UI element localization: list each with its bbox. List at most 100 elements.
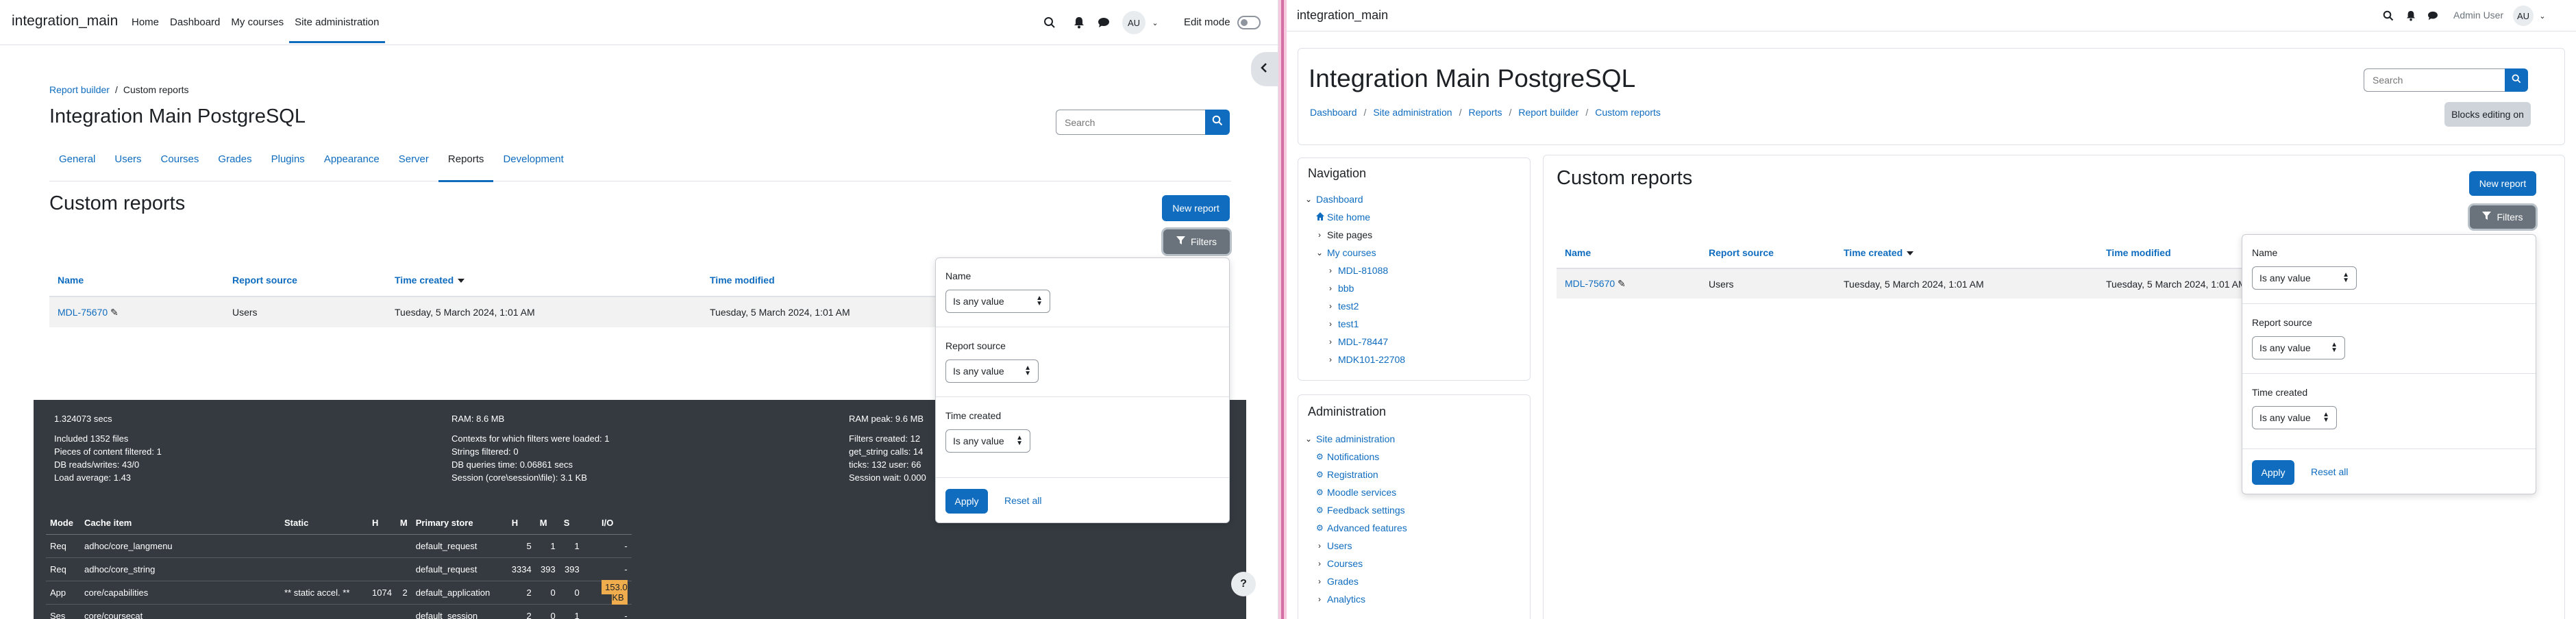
tab-users[interactable]: Users: [105, 144, 151, 181]
tree-link[interactable]: test1: [1338, 318, 1359, 329]
nav-home[interactable]: Home: [126, 0, 164, 45]
tree-link[interactable]: Analytics: [1327, 594, 1365, 605]
reset-all-link[interactable]: Reset all: [2311, 466, 2348, 477]
tree-link[interactable]: Feedback settings: [1327, 505, 1405, 516]
tab-development[interactable]: Development: [493, 144, 573, 181]
nav-tree-course[interactable]: › test2: [1327, 301, 1359, 312]
nav-tree-course[interactable]: › test1: [1327, 318, 1359, 329]
admin-search-button[interactable]: [1205, 110, 1230, 135]
tab-plugins[interactable]: Plugins: [262, 144, 314, 181]
messages-icon[interactable]: [2426, 9, 2440, 23]
admin-tree-analytics[interactable]: › Analytics: [1316, 594, 1365, 605]
tree-link[interactable]: Dashboard: [1316, 194, 1363, 205]
user-menu-chevron-down-icon[interactable]: ⌄: [2538, 10, 2547, 21]
messages-icon[interactable]: [1096, 15, 1111, 30]
tree-link[interactable]: Courses: [1327, 558, 1363, 569]
breadcrumb-custom-reports[interactable]: Custom reports: [1595, 107, 1661, 118]
nav-tree-course[interactable]: › bbb: [1327, 283, 1354, 294]
tab-reports[interactable]: Reports: [438, 144, 494, 182]
column-header-name[interactable]: Name: [1557, 237, 1700, 269]
new-report-button[interactable]: New report: [2469, 171, 2536, 196]
column-header-time-created[interactable]: Time created: [1835, 237, 2098, 269]
search-icon[interactable]: [2381, 9, 2395, 23]
site-brand[interactable]: integration_main: [12, 13, 118, 29]
nav-tree-dashboard[interactable]: ⌄ Dashboard: [1305, 194, 1363, 205]
column-header-report-source[interactable]: Report source: [1700, 237, 1835, 269]
nav-tree-site-home[interactable]: Site home: [1316, 212, 1370, 223]
tree-link[interactable]: My courses: [1327, 247, 1376, 258]
filters-button[interactable]: Filters: [2470, 205, 2536, 229]
drawer-toggle-button[interactable]: [1251, 52, 1278, 86]
admin-tree-registration[interactable]: ⚙ Registration: [1316, 469, 1378, 480]
notifications-bell-icon[interactable]: [1072, 15, 1087, 30]
filter-time-created-select[interactable]: Is any value ▲ ▼: [2252, 406, 2337, 429]
tree-link[interactable]: Users: [1327, 540, 1352, 551]
help-question-button[interactable]: ?: [1231, 572, 1256, 596]
tree-link[interactable]: MDL-78447: [1338, 336, 1388, 347]
header-search-button[interactable]: [2505, 68, 2528, 92]
pencil-edit-icon[interactable]: ✎: [1618, 278, 1626, 289]
pencil-edit-icon[interactable]: ✎: [110, 307, 119, 318]
tab-general[interactable]: General: [49, 144, 105, 181]
column-header-report-source[interactable]: Report source: [224, 264, 386, 297]
blocks-editing-button[interactable]: Blocks editing on: [2444, 102, 2531, 127]
apply-filters-button[interactable]: Apply: [945, 489, 988, 514]
column-header-time-created[interactable]: Time created: [386, 264, 702, 297]
admin-tree-moodle-services[interactable]: ⚙ Moodle services: [1316, 487, 1396, 498]
tree-link[interactable]: test2: [1338, 301, 1359, 312]
admin-tree-feedback-settings[interactable]: ⚙ Feedback settings: [1316, 505, 1405, 516]
new-report-button[interactable]: New report: [1162, 195, 1230, 221]
report-name-link[interactable]: MDL-75670: [58, 307, 108, 318]
nav-dashboard[interactable]: Dashboard: [164, 0, 225, 45]
breadcrumb-report-builder[interactable]: Report builder: [49, 84, 110, 95]
admin-tree-advanced-features[interactable]: ⚙ Advanced features: [1316, 522, 1407, 533]
column-header-time-modified[interactable]: Time modified: [702, 264, 940, 297]
report-name-link[interactable]: MDL-75670: [1565, 278, 1615, 289]
tree-link[interactable]: Grades: [1327, 576, 1359, 587]
header-search-input[interactable]: [2364, 68, 2505, 92]
filter-report-source-select[interactable]: Is any value ▲ ▼: [945, 359, 1039, 383]
breadcrumb-report-builder[interactable]: Report builder: [1518, 107, 1578, 118]
site-brand[interactable]: integration_main: [1297, 8, 1388, 23]
filter-report-source-select[interactable]: Is any value ▲ ▼: [2252, 336, 2345, 359]
admin-tree-courses[interactable]: › Courses: [1316, 558, 1363, 569]
tree-link[interactable]: Advanced features: [1327, 522, 1407, 533]
nav-tree-course[interactable]: › MDK101-22708: [1327, 354, 1405, 365]
nav-tree-course[interactable]: › MDL-81088: [1327, 265, 1388, 276]
tab-server[interactable]: Server: [389, 144, 438, 181]
apply-filters-button[interactable]: Apply: [2252, 460, 2294, 485]
filter-name-select[interactable]: Is any value ▲ ▼: [2252, 266, 2357, 290]
tree-link[interactable]: Registration: [1327, 469, 1378, 480]
reset-all-link[interactable]: Reset all: [1004, 495, 1041, 506]
breadcrumb-site-administration[interactable]: Site administration: [1373, 107, 1452, 118]
nav-my-courses[interactable]: My courses: [225, 0, 289, 45]
user-menu-chevron-down-icon[interactable]: ⌄: [1150, 16, 1161, 29]
tree-link[interactable]: Moodle services: [1327, 487, 1396, 498]
notifications-bell-icon[interactable]: [2404, 9, 2418, 23]
nav-tree-site-pages[interactable]: › Site pages: [1316, 229, 1372, 240]
admin-search-input[interactable]: [1056, 110, 1205, 135]
user-name[interactable]: Admin User: [2453, 10, 2503, 21]
filter-time-created-select[interactable]: Is any value ▲ ▼: [945, 429, 1030, 453]
user-avatar[interactable]: AU: [1122, 11, 1145, 34]
tree-link[interactable]: MDL-81088: [1338, 265, 1388, 276]
admin-tree-grades[interactable]: › Grades: [1316, 576, 1359, 587]
admin-tree-users[interactable]: › Users: [1316, 540, 1352, 551]
tree-link[interactable]: bbb: [1338, 283, 1354, 294]
tab-grades[interactable]: Grades: [208, 144, 261, 181]
filters-button[interactable]: Filters: [1163, 229, 1230, 254]
tree-link[interactable]: Site administration: [1316, 433, 1395, 444]
tab-courses[interactable]: Courses: [151, 144, 209, 181]
nav-tree-course[interactable]: › MDL-78447: [1327, 336, 1388, 347]
nav-tree-my-courses[interactable]: ⌄ My courses: [1316, 247, 1376, 258]
search-icon[interactable]: [1041, 14, 1058, 31]
breadcrumb-dashboard[interactable]: Dashboard: [1310, 107, 1357, 118]
user-avatar[interactable]: AU: [2513, 5, 2534, 26]
tree-link[interactable]: MDK101-22708: [1338, 354, 1405, 365]
breadcrumb-reports[interactable]: Reports: [1468, 107, 1502, 118]
edit-mode-toggle[interactable]: [1237, 16, 1261, 29]
tree-link[interactable]: Site home: [1327, 212, 1370, 223]
tree-link[interactable]: Notifications: [1327, 451, 1379, 462]
admin-tree-notifications[interactable]: ⚙ Notifications: [1316, 451, 1379, 462]
filter-name-select[interactable]: Is any value ▲ ▼: [945, 290, 1050, 313]
